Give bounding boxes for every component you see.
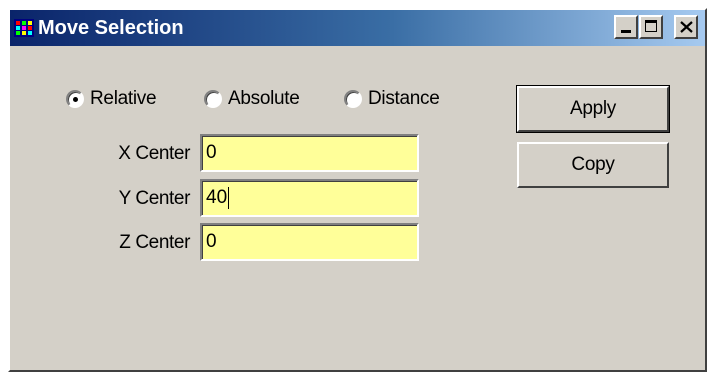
minimize-icon bbox=[621, 30, 631, 33]
text-caret bbox=[228, 186, 230, 209]
radio-absolute-circle[interactable] bbox=[204, 90, 222, 108]
copy-button[interactable]: Copy bbox=[517, 142, 669, 188]
radio-relative[interactable]: Relative bbox=[66, 86, 157, 112]
y-center-label: Y Center bbox=[118, 188, 191, 209]
z-center-input[interactable]: 0 bbox=[200, 223, 419, 261]
y-center-input[interactable]: 40 bbox=[200, 179, 419, 217]
move-selection-dialog: Move Selection Relative Absolute Distanc… bbox=[8, 8, 707, 372]
y-center-value: 40 bbox=[206, 187, 228, 208]
close-icon bbox=[680, 21, 693, 33]
window-title: Move Selection bbox=[38, 17, 184, 39]
radio-absolute[interactable]: Absolute bbox=[204, 86, 300, 112]
radio-relative-circle[interactable] bbox=[66, 90, 84, 108]
x-center-value: 0 bbox=[206, 142, 217, 163]
radio-relative-label[interactable]: Relative bbox=[90, 88, 157, 110]
app-grid-icon bbox=[14, 19, 34, 37]
minimize-button[interactable] bbox=[614, 15, 638, 39]
radio-distance[interactable]: Distance bbox=[344, 86, 440, 112]
radio-selected-dot bbox=[73, 97, 78, 102]
radio-distance-label[interactable]: Distance bbox=[368, 88, 440, 110]
maximize-icon bbox=[645, 20, 657, 32]
radio-distance-circle[interactable] bbox=[344, 90, 362, 108]
x-center-input[interactable]: 0 bbox=[200, 134, 419, 172]
z-center-value: 0 bbox=[206, 231, 217, 252]
apply-button[interactable]: Apply bbox=[516, 85, 670, 133]
close-button[interactable] bbox=[674, 15, 698, 39]
radio-absolute-label[interactable]: Absolute bbox=[228, 88, 300, 110]
maximize-button[interactable] bbox=[639, 15, 663, 39]
x-center-label: X Center bbox=[118, 143, 190, 164]
z-center-label: Z Center bbox=[119, 232, 190, 253]
title-bar[interactable]: Move Selection bbox=[10, 10, 705, 46]
